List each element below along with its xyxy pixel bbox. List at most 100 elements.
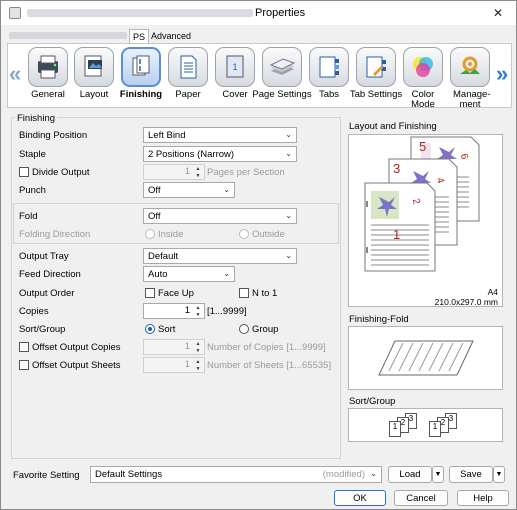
spin-down-icon[interactable]: ▼	[193, 348, 203, 354]
help-label: Help	[473, 492, 493, 504]
n-to-1-checkbox[interactable]	[239, 288, 249, 298]
spin-up-icon[interactable]: ▲	[193, 341, 203, 347]
save-button[interactable]: Save	[449, 466, 493, 483]
offset-copies-value: 1	[184, 341, 190, 352]
copies-label: Copies	[19, 306, 49, 317]
sheet-1: 1	[389, 421, 401, 437]
layout-preview: 1 2 3 4 5 6 A4 210.0x297.0 mm	[348, 134, 503, 307]
layout-icon	[74, 47, 114, 87]
feed-direction-value: Auto	[148, 268, 168, 280]
page-settings-icon	[262, 47, 302, 87]
offset-output-copies-label: Offset Output Copies	[32, 342, 121, 353]
spin-down-icon[interactable]: ▼	[193, 173, 203, 179]
punch-label: Punch	[19, 185, 46, 196]
chevron-down-icon: ⌄	[285, 130, 292, 139]
nav-label: Manage-ment	[453, 89, 491, 110]
paper-icon	[168, 47, 208, 87]
sort-group-label: Sort/Group	[19, 324, 66, 335]
paper-dimensions: 210.0x297.0 mm	[434, 297, 498, 307]
copies-range: [1...9999]	[207, 306, 247, 317]
chevron-down-icon: ⌄	[285, 251, 292, 260]
page-number-3: 3	[393, 161, 401, 176]
staple-select[interactable]: 2 Positions (Narrow) ⌄	[143, 146, 297, 162]
ok-button[interactable]: OK	[334, 490, 386, 506]
page-number-1: 1	[393, 227, 401, 242]
offset-output-sheets-label: Offset Output Sheets	[32, 360, 121, 371]
tab-advanced[interactable]: Advanced	[151, 29, 191, 43]
scroll-left-icon[interactable]: «	[9, 61, 21, 87]
output-tray-label: Output Tray	[19, 251, 69, 262]
spin-up-icon[interactable]: ▲	[193, 305, 203, 311]
chevron-down-icon: ⌄	[223, 185, 230, 194]
save-dropdown-button[interactable]: ▼	[493, 466, 505, 483]
load-button[interactable]: Load	[388, 466, 432, 483]
fold-outside-label: Outside	[252, 229, 285, 240]
finishing-fold-title: Finishing-Fold	[349, 314, 409, 325]
offset-sheets-value: 1	[184, 359, 190, 370]
spin-down-icon[interactable]: ▼	[193, 366, 203, 372]
spin-up-icon[interactable]: ▲	[193, 359, 203, 365]
scroll-right-icon[interactable]: »	[496, 61, 508, 87]
spin-up-icon[interactable]: ▲	[193, 166, 203, 172]
favorite-setting-select[interactable]: Default Settings (modified) ⌄	[90, 466, 382, 483]
fold-inside-radio[interactable]	[145, 229, 155, 239]
paper-size: A4	[487, 287, 498, 297]
divide-output-label: Divide Output	[32, 167, 90, 178]
output-tray-value: Default	[148, 250, 179, 262]
tab-settings-icon	[356, 47, 396, 87]
close-icon[interactable]: ✕	[480, 1, 516, 25]
cancel-label: Cancel	[406, 492, 436, 504]
fold-outside-radio[interactable]	[239, 229, 249, 239]
fold-select[interactable]: Off ⌄	[143, 208, 297, 224]
modified-status: (modified)	[322, 469, 365, 480]
layout-finishing-title: Layout and Finishing	[349, 121, 437, 132]
tabs-icon	[309, 47, 349, 87]
output-order-label: Output Order	[19, 288, 75, 299]
face-up-label: Face Up	[158, 288, 194, 299]
spin-down-icon[interactable]: ▼	[193, 312, 203, 318]
favorite-setting-value: Default Settings	[95, 469, 163, 480]
group-radio-label: Group	[252, 324, 279, 335]
folding-direction-label: Folding Direction	[19, 229, 91, 240]
finishing-group-label: Finishing	[15, 113, 58, 124]
feed-direction-label: Feed Direction	[19, 269, 81, 280]
divide-output-stepper[interactable]: 1 ▲ ▼	[143, 164, 205, 180]
divide-output-checkbox[interactable]	[19, 167, 29, 177]
punch-value: Off	[148, 184, 161, 196]
staple-label: Staple	[19, 149, 46, 160]
offset-output-copies-checkbox[interactable]	[19, 342, 29, 352]
offset-output-sheets-checkbox[interactable]	[19, 360, 29, 370]
output-tray-select[interactable]: Default ⌄	[143, 248, 297, 264]
face-up-checkbox[interactable]	[145, 288, 155, 298]
divide-output-value: 1	[184, 166, 190, 177]
binding-position-select[interactable]: Left Bind ⌄	[143, 127, 297, 143]
offset-sheets-stepper[interactable]: 1 ▲ ▼	[143, 357, 205, 373]
fold-value: Off	[148, 210, 161, 222]
cover-icon: 1	[215, 47, 255, 87]
chevron-down-icon: ⌄	[285, 211, 292, 220]
tab-ps[interactable]: PS	[129, 29, 149, 43]
binding-position-label: Binding Position	[19, 130, 88, 141]
finishing-icon	[121, 47, 161, 87]
sort-radio[interactable]	[145, 324, 155, 334]
save-label: Save	[460, 469, 482, 480]
copies-stepper[interactable]: 1 ▲ ▼	[143, 303, 205, 319]
help-button[interactable]: Help	[457, 490, 509, 506]
stacked-pages-preview	[364, 136, 480, 272]
n-to-1-label: N to 1	[252, 288, 278, 299]
pages-per-section-label: Pages per Section	[207, 167, 285, 178]
svg-text:1: 1	[232, 62, 237, 72]
punch-select[interactable]: Off ⌄	[143, 182, 235, 198]
sort-set-1: 3 2 1	[389, 413, 429, 439]
sort-radio-label: Sort	[158, 324, 176, 335]
cancel-button[interactable]: Cancel	[394, 490, 448, 506]
offset-copies-stepper[interactable]: 1 ▲ ▼	[143, 339, 205, 355]
feed-direction-select[interactable]: Auto ⌄	[143, 266, 235, 282]
load-dropdown-button[interactable]: ▼	[432, 466, 444, 483]
caret-down-icon: ▼	[495, 471, 503, 478]
properties-window: Properties ✕ PS Advanced « » General Lay…	[0, 0, 517, 510]
nav-management[interactable]: Manage-ment	[447, 47, 493, 110]
offset-sheets-hint: Number of Sheets [1...65535]	[207, 360, 332, 371]
printer-name-redacted	[27, 9, 253, 17]
group-radio[interactable]	[239, 324, 249, 334]
